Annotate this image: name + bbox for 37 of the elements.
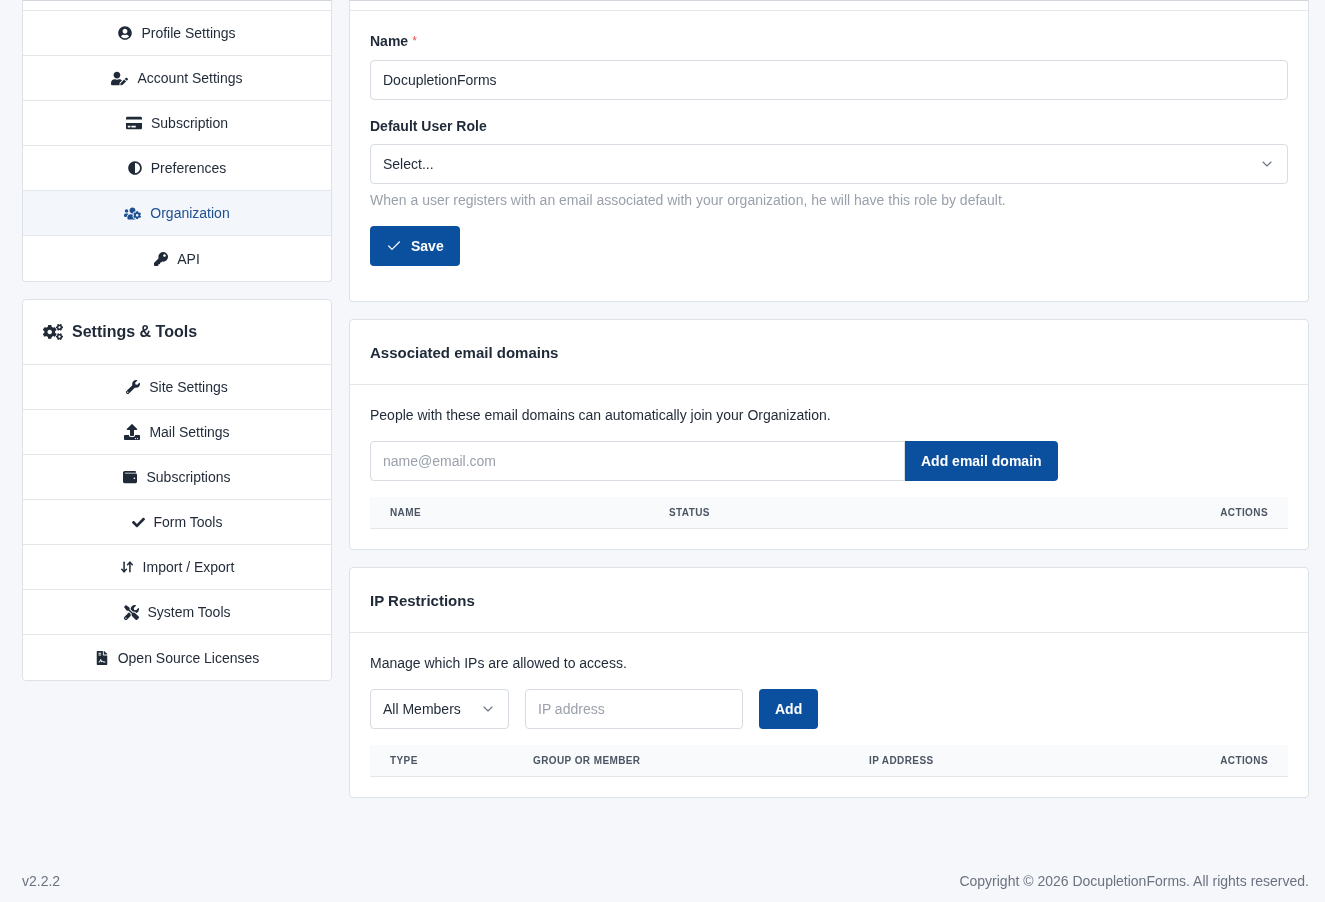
version-label: v2.2.2 bbox=[22, 872, 61, 891]
role-help-text: When a user registers with an email associated with your organization, he will have this role by default. bbox=[370, 191, 1007, 210]
add-button[interactable]: Add bbox=[759, 689, 819, 729]
tray-upload-icon bbox=[124, 424, 141, 440]
name-label: Name * bbox=[370, 32, 418, 51]
check-icon bbox=[131, 515, 145, 529]
gears-icon bbox=[43, 322, 63, 342]
up-down-arrows-icon bbox=[119, 560, 134, 574]
card-description: People with these email domains can automatically join your Organization. bbox=[370, 406, 832, 425]
column-header: NAME bbox=[390, 507, 422, 518]
card-description: Manage which IPs are allowed to access. bbox=[370, 654, 628, 673]
wrench-icon bbox=[126, 380, 141, 394]
card-title: Associated email domains bbox=[370, 343, 559, 361]
email-domain-field[interactable]: name@email.com bbox=[370, 441, 905, 481]
role-select[interactable]: Select... bbox=[370, 144, 1288, 184]
document-icon bbox=[94, 650, 109, 665]
card-title: IP Restrictions bbox=[370, 591, 475, 609]
name-field[interactable]: DocupletionForms bbox=[370, 60, 1288, 100]
column-header: IP ADDRESS bbox=[869, 755, 934, 766]
wallet-icon bbox=[123, 470, 138, 484]
ip-address-field[interactable]: IP address bbox=[525, 689, 743, 729]
tools-menu-title: Settings & Tools bbox=[72, 323, 198, 341]
user-pen-icon bbox=[111, 69, 129, 87]
column-header: GROUP OR MEMBER bbox=[533, 755, 641, 766]
add-email-domain-button[interactable]: Add email domain bbox=[905, 441, 1058, 481]
copyright-text: Copyright © 2026 DocupletionForms. All rights reserved. bbox=[959, 872, 1309, 891]
wrench-screwdriver-icon bbox=[123, 604, 139, 620]
column-header: ACTIONS bbox=[1220, 507, 1268, 518]
role-label: Default User Role bbox=[370, 117, 488, 136]
column-header: STATUS bbox=[669, 507, 710, 518]
member-select[interactable]: All Members bbox=[370, 689, 509, 729]
column-header: TYPE bbox=[390, 755, 418, 766]
key-icon bbox=[154, 251, 169, 266]
sidebar-item[interactable]: Organization bbox=[23, 191, 331, 236]
credit-card-icon bbox=[125, 115, 142, 131]
save-button[interactable]: Save bbox=[370, 226, 460, 266]
column-header: ACTIONS bbox=[1220, 755, 1268, 766]
